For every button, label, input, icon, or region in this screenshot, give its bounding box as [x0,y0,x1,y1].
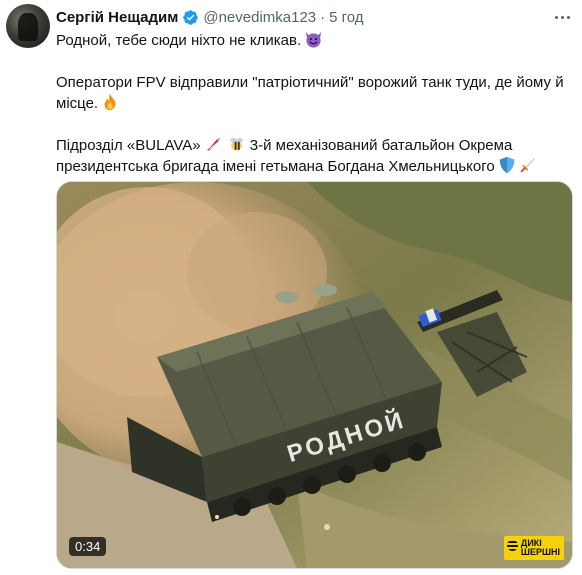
tweet-line-2: Оператори FPV відправили "патріотичний" … [56,74,564,112]
tweet-line-3a: Підрозділ «BULAVA» [56,137,201,154]
wasp-logo-icon [506,540,518,551]
dagger-emoji [520,157,535,173]
video-duration: 0:34 [69,537,107,556]
tweet-text: Родной, тебе сюди ніхто не кликав. Опера… [56,30,576,177]
watermark-logo: ДИКІ ШЕРШНІ [503,536,564,560]
more-options-icon[interactable] [550,8,574,26]
verified-badge-icon [183,9,199,25]
smiling-devil-emoji [306,31,322,48]
fire-emoji [104,93,116,111]
video-player[interactable]: РОДНОЙ 0:34 ДИКІ ШЕРШНІ [56,181,573,569]
video-thumbnail: РОДНОЙ [57,182,572,568]
shield-emoji [499,156,514,174]
separator-dot: · [320,8,326,26]
tweet-line-1: Родной, тебе сюди ніхто не кликав. [56,32,302,49]
rocket-emoji [206,137,220,152]
author-handle[interactable]: @nevedimka123 [203,9,316,26]
bee-emoji [229,138,243,151]
watermark-line-2: ШЕРШНІ [520,547,560,557]
avatar[interactable] [6,4,50,48]
tweet-header: Сергій Нещадим @nevedimka123 · 5 год [56,6,364,28]
author-name[interactable]: Сергій Нещадим [56,9,178,26]
timestamp[interactable]: 5 год [329,9,363,26]
